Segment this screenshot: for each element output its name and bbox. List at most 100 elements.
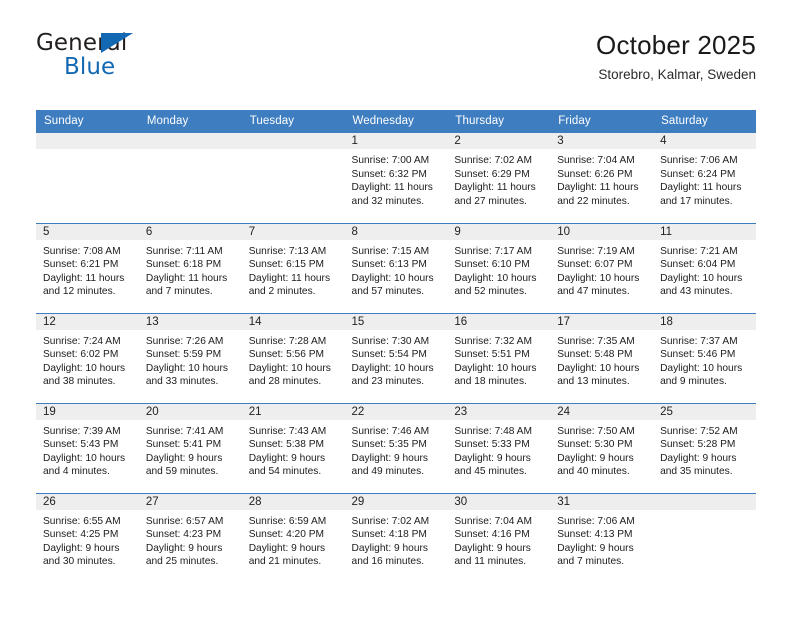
weekday-header-wednesday: Wednesday — [344, 110, 448, 133]
day-details: Sunrise: 7:24 AM Sunset: 6:02 PM Daylight:… — [36, 330, 139, 389]
day-number: 4 — [653, 133, 756, 149]
sunset-text: Sunset: 5:28 PM — [660, 439, 736, 451]
daylight-text-line2: and 12 minutes. — [43, 286, 116, 298]
daylight-text-line2: and 59 minutes. — [145, 466, 219, 478]
daylight-text-line1: Daylight: 9 hours — [454, 452, 531, 464]
day-details: Sunrise: 7:32 AM Sunset: 5:51 PM Daylight:… — [447, 330, 550, 389]
daylight-text-line1: Daylight: 10 hours — [248, 362, 331, 374]
day-number: 9 — [447, 223, 551, 240]
calendar-day-cell[interactable]: 9 Sunrise: 7:17 AM Sunset: 6:10 PM Daylight… — [447, 222, 551, 313]
sunrise-text: Sunrise: 7:41 AM — [145, 425, 224, 437]
calendar-day-cell[interactable]: 13 Sunrise: 7:26 AM Sunset: 5:59 PM Dayligh… — [138, 312, 242, 403]
calendar-day-cell[interactable]: 8 Sunrise: 7:15 AM Sunset: 6:13 PM Daylight… — [344, 222, 448, 313]
daylight-text-line1: Daylight: 9 hours — [557, 452, 634, 464]
calendar-day-cell[interactable]: 12 Sunrise: 7:24 AM Sunset: 6:02 PM Dayligh… — [36, 312, 139, 403]
daylight-text-line1: Daylight: 10 hours — [145, 362, 228, 374]
daylight-text-line2: and 9 minutes. — [660, 376, 727, 388]
daylight-text-line2: and 7 minutes. — [557, 556, 625, 568]
sunset-text: Sunset: 6:32 PM — [351, 168, 427, 180]
calendar-day-cell[interactable]: 10 Sunrise: 7:19 AM Sunset: 6:07 PM Dayligh… — [550, 222, 654, 313]
sunset-text: Sunset: 5:54 PM — [351, 349, 427, 361]
weekday-header-thursday: Thursday — [447, 110, 551, 133]
day-number: 23 — [447, 403, 551, 420]
daylight-text-line2: and 45 minutes. — [454, 466, 527, 478]
day-details: Sunrise: 7:11 AM Sunset: 6:18 PM Daylight:… — [139, 240, 242, 299]
sunrise-text: Sunrise: 7:39 AM — [43, 425, 121, 437]
calendar-day-cell[interactable]: 26 Sunrise: 6:55 AM Sunset: 4:25 PM Dayligh… — [36, 492, 139, 583]
day-details: Sunrise: 7:02 AM Sunset: 4:18 PM Daylight:… — [345, 510, 448, 569]
sunset-text: Sunset: 5:48 PM — [557, 349, 633, 361]
sunset-text: Sunset: 5:30 PM — [557, 439, 633, 451]
calendar-day-cell[interactable]: 19 Sunrise: 7:39 AM Sunset: 5:43 PM Dayligh… — [36, 402, 139, 493]
calendar-day-cell[interactable]: 25 Sunrise: 7:52 AM Sunset: 5:28 PM Dayligh… — [653, 402, 756, 493]
title-block: October 2025 Storebro, Kalmar, Sweden — [596, 28, 756, 86]
day-number: 20 — [138, 403, 242, 420]
sunset-text: Sunset: 4:13 PM — [557, 529, 633, 541]
day-number: 13 — [138, 313, 242, 330]
calendar-day-cell[interactable]: 31 Sunrise: 7:06 AM Sunset: 4:13 PM Dayligh… — [550, 492, 654, 583]
calendar-day-cell[interactable]: 2 Sunrise: 7:02 AM Sunset: 6:29 PM Daylight… — [447, 133, 551, 223]
calendar-day-cell[interactable]: 29 Sunrise: 7:02 AM Sunset: 4:18 PM Dayligh… — [344, 492, 448, 583]
calendar-day-cell[interactable]: 28 Sunrise: 6:59 AM Sunset: 4:20 PM Dayligh… — [241, 492, 345, 583]
calendar-day-cell[interactable]: 27 Sunrise: 6:57 AM Sunset: 4:23 PM Dayligh… — [138, 492, 242, 583]
daylight-text-line2: and 40 minutes. — [557, 466, 630, 478]
calendar-day-cell[interactable]: 14 Sunrise: 7:28 AM Sunset: 5:56 PM Dayligh… — [241, 312, 345, 403]
day-details: Sunrise: 7:43 AM Sunset: 5:38 PM Daylight:… — [242, 420, 345, 479]
sunrise-text: Sunrise: 6:59 AM — [248, 515, 327, 527]
sunset-text: Sunset: 4:20 PM — [248, 529, 325, 541]
day-details: Sunrise: 7:00 AM Sunset: 6:32 PM Daylight:… — [345, 149, 448, 208]
sunrise-text: Sunrise: 7:00 AM — [351, 155, 430, 166]
daylight-text-line1: Daylight: 10 hours — [351, 272, 434, 284]
sunset-text: Sunset: 6:02 PM — [43, 349, 119, 361]
daylight-text-line2: and 43 minutes. — [660, 286, 733, 298]
calendar-day-cell[interactable]: 21 Sunrise: 7:43 AM Sunset: 5:38 PM Dayligh… — [241, 402, 345, 493]
daylight-text-line2: and 11 minutes. — [454, 556, 527, 568]
daylight-text-line1: Daylight: 10 hours — [557, 362, 640, 374]
sunset-text: Sunset: 6:24 PM — [660, 168, 736, 180]
sunrise-text: Sunrise: 7:48 AM — [454, 425, 532, 437]
day-number: 31 — [550, 493, 654, 510]
day-details: Sunrise: 7:17 AM Sunset: 6:10 PM Daylight:… — [447, 240, 550, 299]
calendar-day-cell[interactable]: 1 Sunrise: 7:00 AM Sunset: 6:32 PM Daylight… — [344, 133, 448, 223]
day-number: 6 — [138, 223, 242, 240]
sunrise-text: Sunrise: 7:37 AM — [660, 335, 738, 347]
day-details: Sunrise: 7:13 AM Sunset: 6:15 PM Daylight:… — [242, 240, 345, 299]
calendar-day-cell[interactable]: 11 Sunrise: 7:21 AM Sunset: 6:04 PM Dayligh… — [653, 222, 756, 313]
calendar-day-cell[interactable]: 17 Sunrise: 7:35 AM Sunset: 5:48 PM Dayligh… — [550, 312, 654, 403]
day-details: Sunrise: 7:37 AM Sunset: 5:46 PM Daylight:… — [653, 330, 756, 389]
sunrise-text: Sunrise: 7:04 AM — [557, 155, 635, 166]
day-number: 5 — [36, 223, 139, 240]
daylight-text-line2: and 16 minutes. — [351, 556, 425, 568]
calendar-day-cell[interactable]: 30 Sunrise: 7:04 AM Sunset: 4:16 PM Dayligh… — [447, 492, 551, 583]
daylight-text-line1: Daylight: 10 hours — [454, 362, 537, 374]
calendar-day-cell[interactable]: 4 Sunrise: 7:06 AM Sunset: 6:24 PM Daylight… — [653, 133, 756, 223]
calendar-cell-empty — [653, 492, 756, 583]
sunset-text: Sunset: 6:26 PM — [557, 168, 633, 180]
day-details: Sunrise: 7:48 AM Sunset: 5:33 PM Daylight:… — [447, 420, 550, 479]
daylight-text-line1: Daylight: 9 hours — [43, 542, 120, 554]
calendar-week-row: 12 Sunrise: 7:24 AM Sunset: 6:02 PM Dayligh… — [36, 312, 756, 403]
calendar-day-cell[interactable]: 22 Sunrise: 7:46 AM Sunset: 5:35 PM Dayligh… — [344, 402, 448, 493]
day-details: Sunrise: 7:28 AM Sunset: 5:56 PM Daylight:… — [242, 330, 345, 389]
sunset-text: Sunset: 6:13 PM — [351, 259, 427, 271]
day-details: Sunrise: 7:46 AM Sunset: 5:35 PM Daylight:… — [345, 420, 448, 479]
day-number: 17 — [550, 313, 654, 330]
daylight-text-line2: and 17 minutes. — [660, 195, 733, 207]
calendar-day-cell[interactable]: 20 Sunrise: 7:41 AM Sunset: 5:41 PM Dayligh… — [138, 402, 242, 493]
weekday-header-friday: Friday — [550, 110, 654, 133]
sunrise-text: Sunrise: 7:28 AM — [248, 335, 327, 347]
daylight-text-line1: Daylight: 9 hours — [248, 542, 326, 554]
daylight-text-line1: Daylight: 10 hours — [351, 362, 434, 374]
sunrise-text: Sunrise: 7:46 AM — [351, 425, 430, 437]
daylight-text-line1: Daylight: 11 hours — [43, 272, 125, 284]
calendar-day-cell[interactable]: 3 Sunrise: 7:04 AM Sunset: 6:26 PM Daylight… — [550, 133, 654, 223]
calendar-day-cell[interactable]: 6 Sunrise: 7:11 AM Sunset: 6:18 PM Daylight… — [138, 222, 242, 313]
calendar-day-cell[interactable]: 5 Sunrise: 7:08 AM Sunset: 6:21 PM Daylight… — [36, 222, 139, 313]
calendar-day-cell[interactable]: 24 Sunrise: 7:50 AM Sunset: 5:30 PM Dayligh… — [550, 402, 654, 493]
calendar-day-cell[interactable]: 15 Sunrise: 7:30 AM Sunset: 5:54 PM Dayligh… — [344, 312, 448, 403]
calendar-day-cell[interactable]: 16 Sunrise: 7:32 AM Sunset: 5:51 PM Dayligh… — [447, 312, 551, 403]
calendar-day-cell[interactable]: 23 Sunrise: 7:48 AM Sunset: 5:33 PM Dayligh… — [447, 402, 551, 493]
sunset-text: Sunset: 6:21 PM — [43, 259, 119, 271]
calendar-day-cell[interactable]: 7 Sunrise: 7:13 AM Sunset: 6:15 PM Daylight… — [241, 222, 345, 313]
calendar-day-cell[interactable]: 18 Sunrise: 7:37 AM Sunset: 5:46 PM Dayligh… — [653, 312, 756, 403]
